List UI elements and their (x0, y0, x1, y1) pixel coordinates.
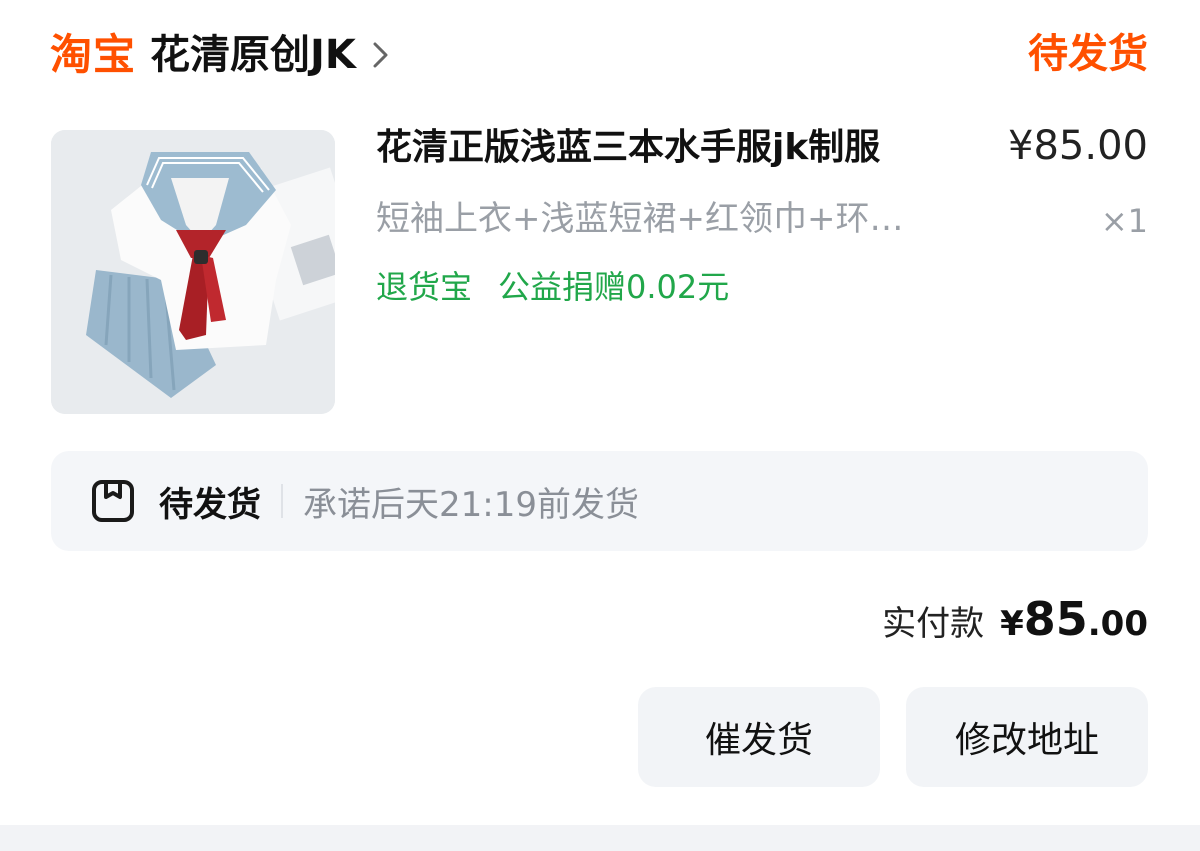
product-price: ¥85.00 (1008, 123, 1148, 169)
product-spec: 短袖上衣+浅蓝短裙+红领巾+环… (376, 199, 904, 239)
product-title[interactable]: 花清正版浅蓝三本水手服jk制服 (376, 124, 880, 172)
urge-shipping-button[interactable]: 催发货 (638, 687, 880, 787)
shop-name[interactable]: 花清原创JK (150, 35, 356, 75)
total-paid: 实付款 ¥ 85 .00 (882, 592, 1148, 646)
modify-address-button[interactable]: 修改地址 (906, 687, 1148, 787)
product-quantity: ×1 (1100, 202, 1148, 240)
sailor-uniform-image (51, 130, 335, 414)
service-tags: 退货宝 公益捐赠0.02元 (376, 264, 729, 310)
order-card: 淘宝 花清原创JK 待发货 花清正版浅蓝三本水手服jk制服 ¥85.00 短袖上… (0, 0, 1200, 825)
shop-header[interactable]: 淘宝 花清原创JK (50, 22, 392, 88)
shipping-promise-note: 承诺后天21:19前发货 (303, 484, 639, 525)
total-decimal: .00 (1087, 604, 1148, 644)
order-status: 待发货 (1028, 31, 1148, 77)
shipping-status-label: 待发货 (159, 484, 261, 525)
page-background-strip (0, 825, 1200, 851)
divider (281, 484, 283, 518)
chevron-right-icon[interactable] (370, 40, 392, 70)
tag-charity: 公益捐赠0.02元 (498, 268, 730, 306)
package-icon (91, 479, 135, 523)
total-currency: ¥ (1000, 604, 1024, 644)
total-label: 实付款 (882, 604, 985, 644)
product-thumbnail[interactable] (51, 130, 335, 414)
shipping-status-bar[interactable]: 待发货 承诺后天21:19前发货 (51, 451, 1148, 551)
total-integer: 85 (1023, 592, 1088, 646)
taobao-logo: 淘宝 (50, 30, 137, 79)
tag-return-insurance: 退货宝 (376, 268, 473, 306)
